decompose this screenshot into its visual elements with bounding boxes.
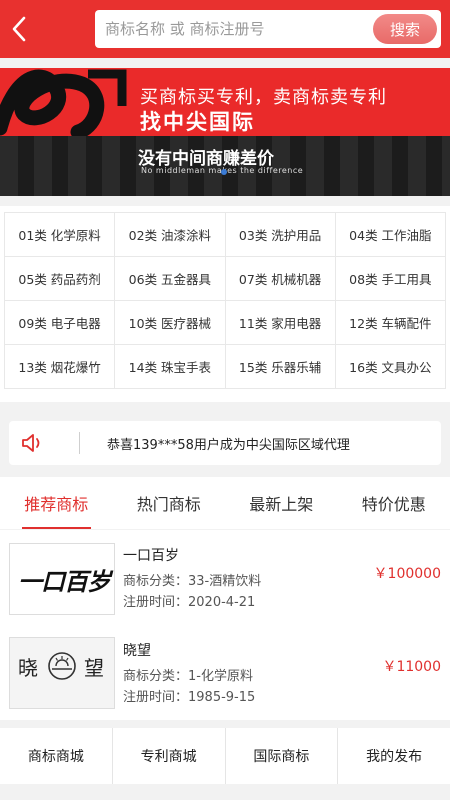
tab-recommended[interactable]: 推荐商标 — [0, 477, 113, 529]
nav-my-posts[interactable]: 我的发布 — [338, 728, 450, 784]
notice-divider — [79, 432, 80, 454]
bottom-navigation: 商标商城 专利商城 国际商标 我的发布 — [0, 728, 450, 784]
category-item[interactable]: 13类 烟花爆竹 — [5, 345, 116, 389]
product-name: 晓望 — [123, 643, 151, 659]
tab-popular[interactable]: 热门商标 — [113, 477, 226, 529]
date-label: 注册时间： — [123, 690, 189, 705]
date-value: 1985-9-15 — [188, 690, 256, 705]
product-name: 一口百岁 — [123, 548, 179, 564]
category-item[interactable]: 10类 医疗器械 — [115, 301, 226, 345]
category-item[interactable]: 16类 文具办公 — [335, 345, 446, 389]
category-item[interactable]: 11类 家用电器 — [225, 301, 336, 345]
carousel-indicator[interactable] — [221, 169, 227, 175]
speaker-icon — [22, 434, 40, 452]
list-item[interactable]: 晓 望 晓望 商标分类：1-化学原料 注册时间：1985-9-15 ￥11000 — [0, 625, 450, 715]
product-price: ￥100000 — [373, 566, 441, 582]
category-item[interactable]: 03类 洗护用品 — [225, 213, 336, 257]
chevron-left-icon — [12, 16, 26, 42]
sunrise-icon — [48, 652, 76, 680]
category-value: 1-化学原料 — [188, 669, 253, 684]
product-price: ￥11000 — [382, 659, 441, 675]
search-input[interactable] — [105, 10, 367, 48]
trademark-logo-text: 一口百岁 — [18, 567, 111, 596]
banner-brand: 找中尖国际 — [140, 110, 255, 134]
trademark-image: 一口百岁 — [9, 543, 115, 615]
search-box: 搜索 — [95, 10, 441, 48]
trademark-image: 晓 望 — [9, 637, 115, 709]
category-section: 01类 化学原料 02类 油漆涂料 03类 洗护用品 04类 工作油脂 05类 … — [0, 206, 450, 402]
category-label: 商标分类： — [123, 574, 189, 589]
tab-newest[interactable]: 最新上架 — [225, 477, 338, 529]
back-button[interactable] — [4, 12, 34, 46]
trademark-logo-char-left: 晓 — [18, 656, 38, 680]
search-button[interactable]: 搜索 — [373, 14, 437, 44]
category-value: 33-酒精饮料 — [188, 574, 262, 589]
product-date: 注册时间：2020-4-21 — [123, 591, 255, 610]
category-item[interactable]: 05类 药品药剂 — [5, 257, 116, 301]
category-item[interactable]: 07类 机械机器 — [225, 257, 336, 301]
category-label: 商标分类： — [123, 669, 189, 684]
date-label: 注册时间： — [123, 595, 189, 610]
category-item[interactable]: 04类 工作油脂 — [335, 213, 446, 257]
product-list: 一口百岁 一口百岁 商标分类：33-酒精饮料 注册时间：2020-4-21 ￥1… — [0, 530, 450, 720]
tab-special-offer[interactable]: 特价优惠 — [338, 477, 450, 529]
category-item[interactable]: 12类 车辆配件 — [335, 301, 446, 345]
list-item[interactable]: 一口百岁 一口百岁 商标分类：33-酒精饮料 注册时间：2020-4-21 ￥1… — [0, 530, 450, 620]
category-item[interactable]: 01类 化学原料 — [5, 213, 116, 257]
trademark-logo-char-right: 望 — [84, 656, 104, 680]
tab-bar: 推荐商标 热门商标 最新上架 特价优惠 — [0, 477, 450, 529]
category-item[interactable]: 14类 珠宝手表 — [115, 345, 226, 389]
category-item[interactable]: 06类 五金器具 — [115, 257, 226, 301]
category-item[interactable]: 15类 乐器乐辅 — [225, 345, 336, 389]
product-category: 商标分类：1-化学原料 — [123, 665, 253, 684]
notice-bar[interactable]: 恭喜139***58用户成为中尖国际区域代理 — [9, 421, 441, 465]
brand-logo-icon — [0, 69, 127, 138]
product-date: 注册时间：1985-9-15 — [123, 686, 255, 705]
notice-text: 恭喜139***58用户成为中尖国际区域代理 — [107, 438, 350, 453]
promo-banner[interactable]: 买商标买专利，卖商标卖专利 找中尖国际 没有中间商赚差价 No middlema… — [0, 68, 450, 196]
category-grid: 01类 化学原料 02类 油漆涂料 03类 洗护用品 04类 工作油脂 05类 … — [4, 212, 446, 389]
top-header: 搜索 — [0, 0, 450, 58]
category-item[interactable]: 08类 手工用具 — [335, 257, 446, 301]
product-category: 商标分类：33-酒精饮料 — [123, 570, 261, 589]
nav-international-trademark[interactable]: 国际商标 — [226, 728, 339, 784]
date-value: 2020-4-21 — [188, 595, 256, 610]
nav-trademark-mall[interactable]: 商标商城 — [0, 728, 113, 784]
nav-patent-mall[interactable]: 专利商城 — [113, 728, 226, 784]
category-item[interactable]: 09类 电子电器 — [5, 301, 116, 345]
category-item[interactable]: 02类 油漆涂料 — [115, 213, 226, 257]
